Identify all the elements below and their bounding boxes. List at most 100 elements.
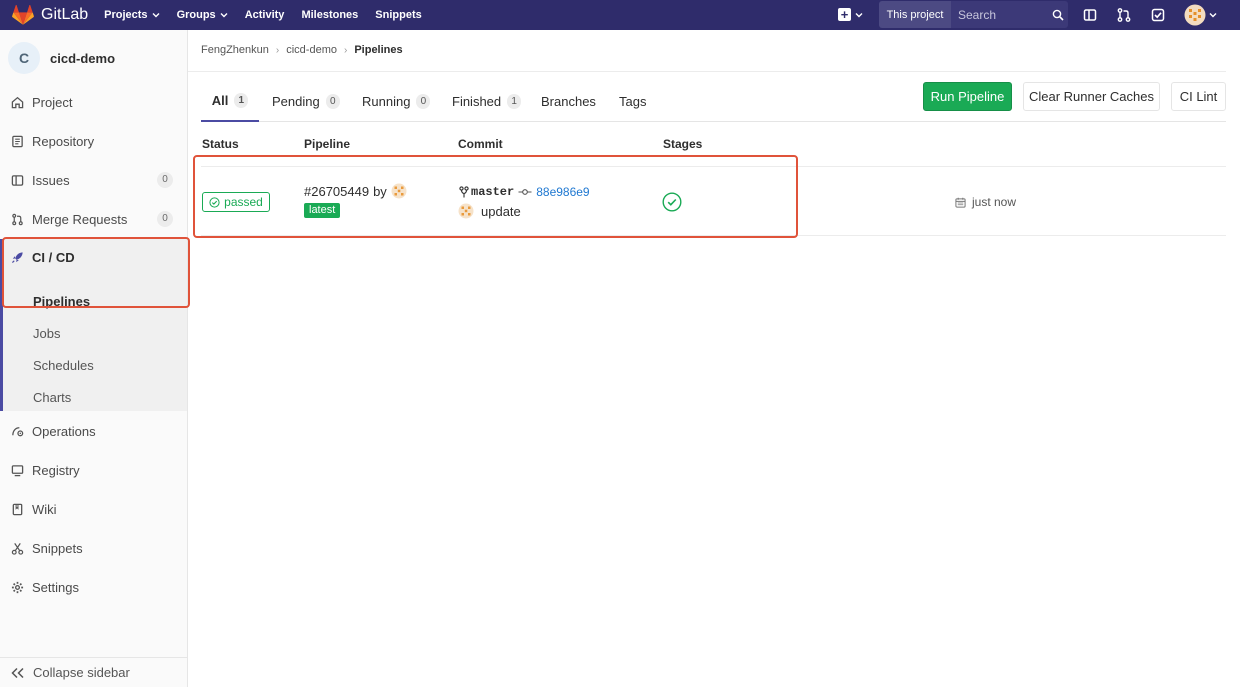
sidebar-item-repository[interactable]: Repository [0,123,187,159]
double-chevron-left-icon [11,667,24,678]
nav-groups[interactable]: Groups [177,9,228,21]
commit-message: update [458,203,521,219]
ci-lint-button[interactable]: CI Lint [1171,82,1226,111]
brand-name: GitLab [41,6,89,23]
sidebar-cicd-section: CI / CD Pipelines Jobs Schedules Charts [0,239,187,411]
sidebar-item-label: Wiki [32,501,57,517]
nav-links: Projects Groups Activity Milestones Snip… [104,9,439,21]
sidebar-item-label: Merge Requests [32,211,128,227]
chevron-right-icon: › [275,44,280,56]
breadcrumb-item[interactable]: FengZhenkun [201,44,269,56]
column-header-stages: Stages [663,137,703,151]
plus-icon: + [838,8,851,21]
wiki-icon [12,503,23,515]
pipeline-id-link[interactable]: #26705449 [304,184,369,199]
check-circle-icon [209,196,220,208]
sidebar-item-label: Snippets [32,540,83,556]
chevron-down-icon [1209,13,1217,18]
sidebar-item-snippets[interactable]: Snippets [0,530,187,566]
tab-finished[interactable]: Finished 1 [452,80,522,122]
branch-name[interactable]: master [471,185,514,199]
latest-badge: latest [304,203,341,218]
sidebar-item-settings[interactable]: Settings [0,569,187,605]
gitlab-logo-icon [12,5,34,25]
breadcrumb: FengZhenkun › cicd-demo › Pipelines [201,44,403,56]
nav-milestones[interactable]: Milestones [301,9,358,21]
merge-request-icon[interactable] [1116,7,1132,23]
tab-label: Tags [619,93,647,109]
user-menu-button[interactable] [1184,4,1217,26]
status-badge[interactable]: passed [202,192,270,212]
search-box [951,1,1068,28]
search-icon[interactable] [1052,9,1064,21]
new-dropdown-button[interactable]: + [838,8,863,21]
nav-snippets[interactable]: Snippets [375,9,421,21]
tab-label: All [211,92,229,108]
user-avatar-icon[interactable] [391,183,407,199]
chevron-down-icon [220,13,228,18]
sidebar-item-label: Settings [32,579,79,595]
commit-author-avatar-icon[interactable] [458,203,474,219]
search-scope[interactable]: This project [879,1,951,28]
operations-icon [12,426,24,436]
sidebar-subitem-jobs[interactable]: Jobs [33,326,60,341]
sidebar-item-cicd[interactable]: CI / CD [3,239,187,275]
table-header-divider [201,166,1226,167]
table-row-divider [201,235,1226,236]
issues-icon [11,174,24,186]
project-avatar: C [8,42,40,74]
time-label: just now [972,195,1017,209]
chevron-down-icon [152,13,160,18]
sidebar-toggle-icon[interactable] [1082,7,1098,23]
column-header-pipeline: Pipeline [304,137,351,151]
sidebar-item-wiki[interactable]: Wiki [0,491,187,527]
sidebar-item-label: Registry [32,462,80,478]
merge-request-icon [12,213,23,225]
sidebar-item-label: CI / CD [32,249,75,265]
todo-check-icon[interactable] [1150,7,1166,23]
project-header[interactable]: C cicd-demo [0,30,187,86]
search-input[interactable] [958,7,1046,22]
pipeline-info: #26705449 by [304,183,407,199]
calendar-icon [955,197,966,208]
tab-tags[interactable]: Tags [619,80,646,122]
sidebar-item-registry[interactable]: Registry [0,452,187,488]
top-navbar: GitLab Projects Groups Activity Mileston… [0,0,1240,30]
clear-runner-caches-button[interactable]: Clear Runner Caches [1023,82,1160,111]
column-header-status: Status [202,137,239,151]
home-icon [11,96,24,108]
user-avatar-icon [1184,4,1206,26]
nav-projects[interactable]: Projects [104,9,160,21]
sidebar-subitem-schedules[interactable]: Schedules [33,358,94,373]
sidebar-item-operations[interactable]: Operations [0,413,187,449]
tab-running[interactable]: Running 0 [362,80,431,122]
sidebar-subitem-charts[interactable]: Charts [33,390,71,405]
settings-icon [11,581,24,593]
run-pipeline-button[interactable]: Run Pipeline [923,82,1012,111]
sidebar-item-merge-requests[interactable]: Merge Requests 0 [0,201,187,237]
nav-activity[interactable]: Activity [245,9,285,21]
registry-icon [11,464,24,476]
sidebar-item-label: Repository [32,133,95,149]
tab-count-badge: 1 [234,92,249,108]
breadcrumb-item[interactable]: cicd-demo [286,44,337,56]
pipeline-by: by [373,183,387,199]
tab-branches[interactable]: Branches [541,80,596,122]
stage-success-icon[interactable] [662,192,682,212]
collapse-sidebar-button[interactable]: Collapse sidebar [0,657,187,687]
repository-icon [12,135,23,147]
commit-title-link[interactable]: update [481,204,521,219]
tab-count-badge: 0 [325,93,340,109]
sidebar-subitem-pipelines[interactable]: Pipelines [33,294,90,309]
commit-sha-link[interactable]: 88e986e9 [536,185,589,199]
column-header-commit: Commit [458,137,503,151]
sidebar-item-project[interactable]: Project [0,84,187,120]
sidebar-item-label: Operations [32,423,96,439]
sidebar-item-issues[interactable]: Issues 0 [0,162,187,198]
chevron-right-icon: › [343,44,348,56]
tab-all[interactable]: All 1 [201,80,259,122]
nav-projects-label: Projects [104,9,148,21]
tab-pending[interactable]: Pending 0 [272,80,340,122]
collapse-sidebar-label: Collapse sidebar [33,665,130,680]
brand[interactable]: GitLab [12,5,88,25]
